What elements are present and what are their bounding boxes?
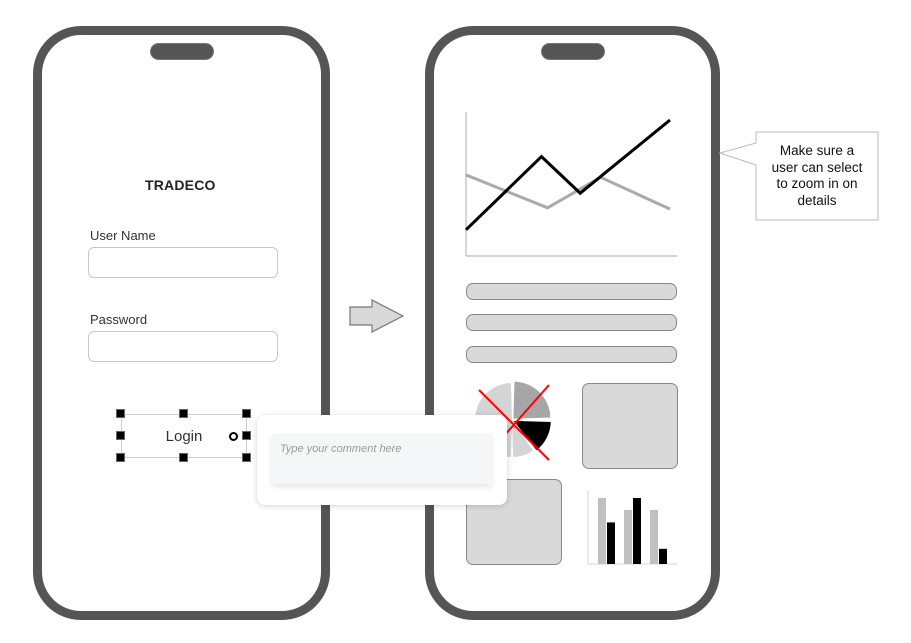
- bar-gray: [624, 509, 632, 564]
- list-placeholder-bar: [466, 314, 677, 331]
- list-placeholder-bar: [466, 283, 677, 300]
- username-label: User Name: [90, 228, 156, 243]
- bar-black: [607, 522, 615, 564]
- image-placeholder-box: [582, 383, 678, 469]
- bar-chart: [587, 490, 677, 565]
- resize-handle-bottom[interactable]: [179, 453, 188, 462]
- line-series-black: [464, 118, 671, 231]
- pie-slice-mid: [513, 381, 551, 419]
- rotate-handle[interactable]: [229, 432, 238, 441]
- line-chart[interactable]: [460, 108, 682, 260]
- app-title: TRADECO: [145, 177, 216, 193]
- phone-notch: [149, 43, 214, 60]
- right-arrow-icon: [349, 299, 405, 333]
- comment-popup: [257, 415, 507, 505]
- bar-gray: [650, 509, 658, 564]
- phone-notch: [540, 43, 605, 60]
- password-input[interactable]: [88, 331, 278, 362]
- bar-black: [659, 548, 667, 564]
- resize-handle-top-right[interactable]: [242, 409, 251, 418]
- username-input[interactable]: [88, 247, 278, 278]
- bar-gray: [598, 498, 606, 564]
- resize-handle-left[interactable]: [116, 431, 125, 440]
- resize-handle-bottom-right[interactable]: [242, 453, 251, 462]
- resize-handle-top[interactable]: [179, 409, 188, 418]
- callout-text: Make sure a user can select to zoom in o…: [757, 143, 877, 209]
- callout-line: Make sure a: [779, 143, 855, 158]
- resize-handle-right[interactable]: [242, 431, 251, 440]
- resize-handle-bottom-left[interactable]: [116, 453, 125, 462]
- bar-black: [633, 498, 641, 564]
- password-label: Password: [90, 312, 148, 327]
- resize-handle-top-left[interactable]: [116, 409, 125, 418]
- login-phone-frame: [33, 26, 330, 620]
- list-placeholder-bar: [466, 346, 677, 363]
- callout-line: details: [797, 192, 837, 208]
- comment-input[interactable]: [272, 434, 492, 484]
- callout-line: user can select: [771, 159, 863, 175]
- callout-line: to zoom in on: [776, 176, 858, 191]
